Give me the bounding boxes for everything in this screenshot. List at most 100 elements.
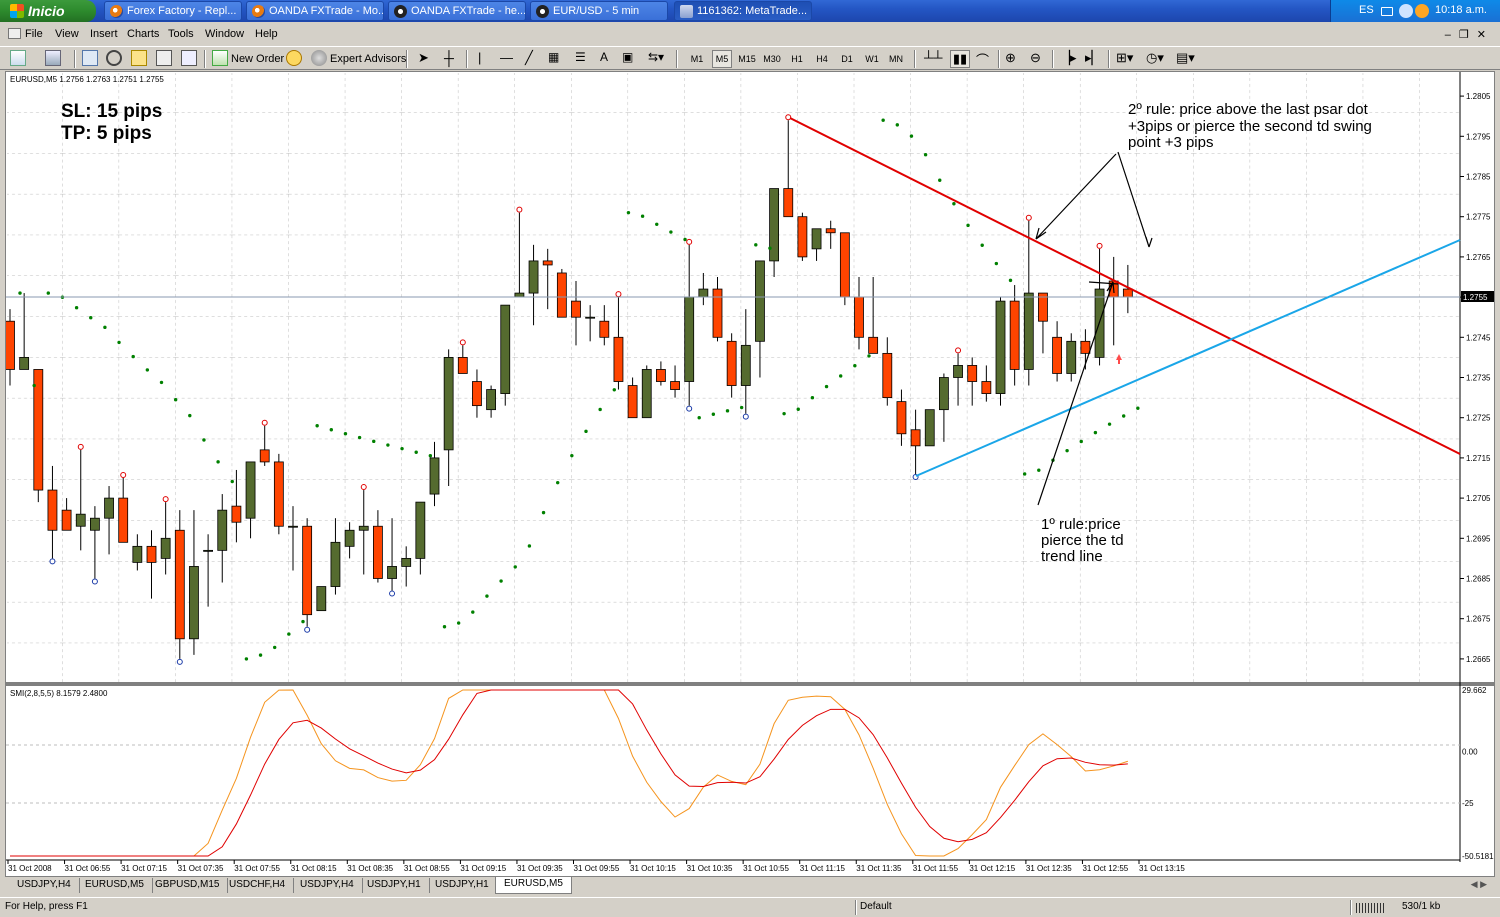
tab-usdjpy-h4-2[interactable]: USDJPY,H4 bbox=[292, 878, 363, 893]
psar-dot bbox=[400, 446, 404, 451]
candle-body bbox=[443, 356, 454, 451]
new-chart-button[interactable] bbox=[10, 50, 29, 68]
psar-dot bbox=[626, 210, 631, 215]
psar-dot bbox=[202, 438, 206, 442]
templates-icon[interactable]: ▤▾ bbox=[1176, 50, 1195, 68]
chart-shift-icon[interactable]: ▸▏ bbox=[1085, 50, 1102, 68]
menu-insert[interactable]: Insert bbox=[90, 28, 118, 40]
data-window-icon[interactable] bbox=[106, 50, 125, 68]
smi-header: SMI(2,8,5,5) 8.1579 2.4800 bbox=[10, 689, 108, 698]
taskbar-window-oanda-1[interactable]: OANDA FXTrade - Mo... bbox=[246, 1, 384, 21]
svg-text:1º rule:price: 1º rule:price bbox=[1041, 516, 1121, 533]
tab-usdjpy-h1[interactable]: USDJPY,H1 bbox=[359, 878, 430, 893]
chart-window[interactable]: 1.2805 1.2795 1.2785 1.2775 1.2765 1.2755 1.27… bbox=[5, 71, 1495, 877]
timeframe-mn[interactable]: MN bbox=[886, 54, 906, 64]
candle-body bbox=[670, 381, 680, 390]
indicators-icon[interactable]: ⊞▾ bbox=[1116, 50, 1133, 68]
arrows-icon[interactable]: ⇆▾ bbox=[648, 50, 664, 68]
terminal-icon[interactable] bbox=[156, 50, 175, 68]
line-chart-icon[interactable]: ⌒ bbox=[976, 50, 989, 68]
chart-canvas[interactable]: 1.2805 1.2795 1.2785 1.2775 1.2765 1.2755 1.27… bbox=[5, 72, 1494, 876]
tab-usdjpy-h1-2[interactable]: USDJPY,H1 bbox=[427, 878, 498, 893]
candle-body bbox=[1052, 336, 1062, 374]
menu-tools[interactable]: Tools bbox=[168, 28, 194, 40]
tab-scroll-arrows[interactable]: ◀ ▶ bbox=[1471, 879, 1487, 890]
update-icon[interactable] bbox=[1415, 4, 1429, 18]
periods-clock-icon[interactable]: ◷▾ bbox=[1146, 50, 1164, 68]
trendline-icon[interactable]: ╱ bbox=[525, 50, 533, 68]
text-icon[interactable]: A bbox=[600, 50, 608, 68]
psar-dot bbox=[923, 152, 928, 157]
strategy-tester-icon[interactable] bbox=[181, 50, 200, 68]
minimize-icon[interactable]: – bbox=[1445, 29, 1459, 41]
price-label: 1.2795 bbox=[1466, 132, 1491, 141]
time-label: 31 Oct 08:55 bbox=[404, 864, 450, 873]
psar-dot bbox=[952, 202, 956, 206]
psar-dot bbox=[301, 619, 305, 624]
menu-window[interactable]: Window bbox=[205, 28, 244, 40]
menu-charts[interactable]: Charts bbox=[127, 28, 159, 40]
zoom-out-icon[interactable]: ⊖ bbox=[1030, 50, 1041, 68]
crosshair-icon[interactable]: ┼ bbox=[444, 50, 454, 68]
candle-body bbox=[344, 529, 355, 547]
tab-eurusd-m5-active[interactable]: EURUSD,M5 bbox=[495, 877, 572, 894]
taskbar-window-metatrader[interactable]: 1161362: MetaTrade... bbox=[674, 1, 812, 21]
zoom-in-icon[interactable]: ⊕ bbox=[1005, 50, 1016, 68]
candle-body bbox=[797, 216, 808, 258]
psar-dot bbox=[1065, 448, 1069, 453]
network-icon[interactable] bbox=[1399, 4, 1413, 18]
equidistant-channel-icon[interactable]: ▦ bbox=[548, 50, 559, 68]
time-label: 31 Oct 12:15 bbox=[969, 864, 1015, 873]
timeframe-d1[interactable]: D1 bbox=[837, 54, 857, 64]
profiles-button[interactable] bbox=[45, 50, 64, 68]
menu-view[interactable]: View bbox=[55, 28, 79, 40]
metaeditor-icon[interactable] bbox=[286, 50, 305, 68]
psar-dot bbox=[683, 237, 687, 242]
tab-eurusd-m5[interactable]: EURUSD,M5 bbox=[77, 878, 153, 893]
restore-icon[interactable]: ❐ bbox=[1459, 29, 1477, 41]
psar-dot bbox=[1022, 472, 1027, 476]
candle-body bbox=[118, 497, 129, 543]
svg-text:trend line: trend line bbox=[1041, 548, 1103, 565]
bar-chart-icon[interactable]: ┴┴ bbox=[924, 50, 942, 68]
fibonacci-icon[interactable]: ☰ bbox=[575, 50, 586, 68]
navigator-icon[interactable] bbox=[131, 50, 150, 68]
timeframe-w1[interactable]: W1 bbox=[862, 54, 882, 64]
market-watch-icon[interactable] bbox=[82, 50, 101, 68]
psar-dot bbox=[287, 632, 291, 636]
start-button[interactable]: Inicio bbox=[0, 0, 96, 22]
tab-gbpusd-m15[interactable]: GBPUSD,M15 bbox=[147, 878, 229, 893]
candle-body bbox=[486, 389, 497, 411]
tab-usdchf-h4[interactable]: USDCHF,H4 bbox=[221, 878, 295, 893]
new-order-button[interactable]: New Order bbox=[212, 50, 284, 68]
smi-scale-label: 0.00 bbox=[1462, 747, 1478, 756]
timeframe-m5[interactable]: M5 bbox=[712, 50, 732, 68]
text-label-icon[interactable]: ▣ bbox=[622, 50, 633, 68]
taskbar-window-forexfactory[interactable]: Forex Factory - Repl... bbox=[104, 1, 242, 21]
timeframe-h4[interactable]: H4 bbox=[812, 54, 832, 64]
psar-dot bbox=[1079, 439, 1083, 444]
candle-body bbox=[472, 381, 482, 407]
candlestick-icon[interactable]: ▮▮ bbox=[950, 50, 970, 68]
expert-advisors-button[interactable]: Expert Advisors bbox=[311, 50, 406, 68]
psar-dot bbox=[471, 610, 475, 614]
psar-dot bbox=[442, 625, 447, 629]
candle-body bbox=[542, 260, 553, 266]
menu-help[interactable]: Help bbox=[255, 28, 278, 40]
taskbar-window-oanda-2[interactable]: OANDA FXTrade - he... bbox=[388, 1, 526, 21]
psar-dot bbox=[244, 657, 249, 661]
candle-body bbox=[429, 457, 440, 495]
vertical-line-icon[interactable]: | bbox=[478, 50, 481, 68]
close-icon[interactable]: ✕ bbox=[1477, 29, 1494, 41]
cursor-icon[interactable]: ➤ bbox=[418, 50, 429, 68]
language-indicator[interactable]: ES bbox=[1359, 4, 1374, 16]
horizontal-line-icon[interactable]: — bbox=[500, 50, 513, 68]
timeframe-m15[interactable]: M15 bbox=[737, 54, 757, 64]
menu-file[interactable]: File bbox=[8, 28, 43, 40]
tab-usdjpy-h4[interactable]: USDJPY,H4 bbox=[9, 878, 80, 893]
timeframe-m1[interactable]: M1 bbox=[687, 54, 707, 64]
auto-scroll-icon[interactable]: ▕▸ bbox=[1060, 50, 1077, 68]
timeframe-m30[interactable]: M30 bbox=[762, 54, 782, 64]
taskbar-window-eurusd[interactable]: EUR/USD - 5 min bbox=[530, 1, 668, 21]
timeframe-h1[interactable]: H1 bbox=[787, 54, 807, 64]
